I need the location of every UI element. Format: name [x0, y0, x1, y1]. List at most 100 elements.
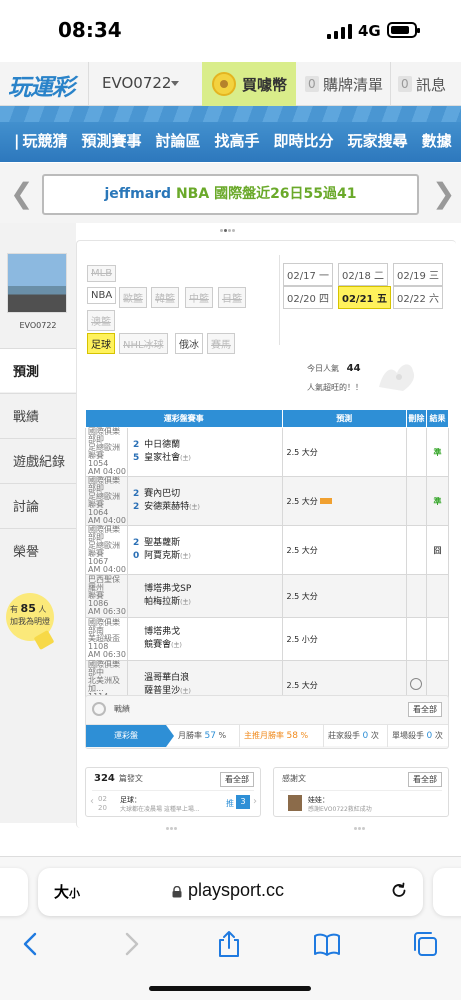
posts-box: 324 篇發文 看全部 ‹ 02 20 足球： 大球都在凌晨場 這種早上場... 推…: [85, 767, 261, 830]
sport-soccer[interactable]: 足球: [87, 333, 115, 354]
delete-cell: [405, 427, 427, 477]
col-header-event: 運彩盤賽事: [85, 409, 283, 428]
sidebar-item-record[interactable]: 戰績: [0, 393, 76, 437]
score-away: 2: [132, 440, 140, 450]
record-panel: 戰績 看全部 運彩盤 月勝率 57 % 主推月勝率 58 % 莊家殺手 0 次 …: [85, 695, 449, 749]
team-home: 競賽會: [144, 640, 172, 650]
sport-japan-basketball: 日籃: [218, 287, 246, 308]
menu-item-guess[interactable]: 玩競猜: [14, 130, 67, 151]
profile-id: EVO0722: [19, 321, 57, 330]
hot-badge-icon: [319, 497, 332, 504]
menu-item-data[interactable]: 數據: [422, 130, 452, 151]
post-next-icon[interactable]: ›: [253, 796, 257, 807]
date-0221[interactable]: 02/21 五: [338, 286, 391, 309]
thanks-box: 感謝文 看全部 娃娃： 感謝EVO0722救紅成功: [273, 767, 449, 830]
record-icon: [92, 702, 106, 716]
sidebar-item-predict[interactable]: 預測: [0, 348, 78, 392]
match-teams[interactable]: 2 聖基蘿斯 0 阿賈克斯 (主): [127, 525, 283, 575]
table-row: 國際俱樂部南 美超級盃 1108 AM 06:30 博塔弗戈 競賽會 (主) 2.5 小分: [84, 617, 450, 661]
match-teams[interactable]: 2 賽內巴切 2 安德萊赫特 (主): [127, 476, 283, 526]
messages-link[interactable]: 訊息: [416, 74, 446, 95]
chevron-down-icon[interactable]: [171, 81, 179, 86]
post-snippet[interactable]: 大球都在凌晨場 這種早上場...: [120, 804, 200, 813]
date-0218[interactable]: 02/18 二: [338, 263, 388, 286]
dealer-killer: 莊家殺手 0 次: [324, 725, 388, 747]
league-info: 巴西聖保羅州 聯賽 1086 AM 06:30: [84, 574, 129, 618]
address-bar[interactable]: 大小 playsport.cc: [38, 868, 423, 916]
menu-item-live-score[interactable]: 即時比分: [274, 130, 334, 151]
delete-radio[interactable]: [410, 678, 423, 690]
sport-russia-hockey[interactable]: 俄冰: [175, 333, 203, 354]
result-badge: [425, 617, 450, 661]
hot-mascot-icon: [379, 364, 415, 391]
date-0217[interactable]: 02/17 一: [283, 263, 333, 286]
result-badge: 準: [425, 476, 450, 526]
profile-sidebar: EVO0722 預測 戰績 遊戲紀錄 討論 榮譽 有 85 人 加我為明燈: [0, 223, 78, 823]
main-menu: 玩競猜預測賽事討論區找高手即時比分玩家搜尋數據: [0, 106, 461, 162]
post-prev-icon[interactable]: ‹: [90, 796, 94, 807]
match-teams[interactable]: 博塔弗戈SP 帕梅拉斯 (主): [127, 574, 283, 618]
browser-toolbar: 大小 playsport.cc: [0, 856, 461, 1000]
reload-icon[interactable]: [389, 881, 409, 901]
prediction-pick: 2.5 大分: [281, 525, 407, 575]
score-home: 2: [132, 502, 140, 512]
bookmarks-icon[interactable]: [312, 929, 342, 959]
carousel-next-icon[interactable]: ❯: [432, 177, 455, 210]
sport-euro-basketball: 歐籃: [119, 287, 147, 308]
text-size-button[interactable]: 大小: [54, 881, 80, 902]
url-host: playsport.cc: [188, 880, 285, 900]
prediction-table: 運彩盤賽事 預測 刪除 結果 國際俱樂部即 足總歐洲聯賽 1054 AM 04:00 2…: [84, 409, 450, 710]
league-info: 國際俱樂部南 美超級盃 1108 AM 06:30: [84, 617, 129, 661]
team-away: 博塔弗戈: [144, 627, 181, 637]
user-menu[interactable]: EVO0722: [102, 74, 171, 92]
record-tab-lottery[interactable]: 運彩盤: [86, 725, 174, 747]
forward-icon[interactable]: [116, 929, 146, 959]
cellular-signal-icon: [327, 24, 352, 39]
score-away: 2: [132, 489, 140, 499]
main-win-rate: 主推月勝率 58 %: [240, 725, 324, 747]
table-row: 國際俱樂部即 足總歐洲聯賽 1067 AM 04:00 2 聖基蘿斯 0 阿賈克斯 (主) 2.5…: [84, 525, 450, 575]
sidebar-item-discuss[interactable]: 討論: [0, 483, 76, 527]
menu-item-predict[interactable]: 預測賽事: [82, 130, 142, 151]
record-view-all-button[interactable]: 看全部: [408, 702, 442, 717]
tabs-icon[interactable]: [410, 929, 440, 959]
sport-mlb: MLB: [87, 265, 117, 282]
result-badge: 準: [425, 427, 450, 477]
menu-item-experts[interactable]: 找高手: [215, 130, 260, 151]
push-label: 推: [226, 799, 234, 808]
cart-link[interactable]: 購牌清單: [323, 74, 383, 95]
carousel-prev-icon[interactable]: ❮: [10, 177, 33, 210]
thanks-snippet[interactable]: 感謝EVO0722救紅成功: [308, 804, 372, 813]
next-tab-preview[interactable]: [433, 868, 461, 916]
date-0220[interactable]: 02/20 四: [283, 286, 333, 309]
announcement-text: NBA 國際盤近26日55過41: [175, 186, 357, 202]
sidebar-item-game-log[interactable]: 遊戲紀錄: [0, 438, 76, 482]
team-home: 帕梅拉斯: [144, 597, 181, 607]
follow-lamp[interactable]: 有 85 人 加我為明燈: [6, 593, 56, 653]
posts-view-all-button[interactable]: 看全部: [220, 772, 254, 787]
back-icon[interactable]: [16, 929, 46, 959]
buy-coin-button[interactable]: 買噱幣: [202, 62, 296, 106]
prev-tab-preview[interactable]: [0, 868, 28, 916]
avatar[interactable]: [7, 253, 67, 313]
match-teams[interactable]: 2 中日德蘭 5 皇家社會 (主): [127, 427, 283, 477]
push-count: 3: [236, 795, 250, 809]
sidebar-item-honor[interactable]: 榮譽: [0, 528, 76, 572]
date-0222[interactable]: 02/22 六: [393, 286, 443, 309]
site-logo[interactable]: 玩運彩: [8, 68, 76, 101]
delete-cell: [405, 476, 427, 526]
single-killer: 單場殺手 0 次: [392, 731, 443, 741]
menu-item-forum[interactable]: 討論區: [156, 130, 201, 151]
match-teams[interactable]: 博塔弗戈 競賽會 (主): [127, 617, 283, 661]
popularity-note: 人氣超旺的！！: [307, 383, 363, 392]
date-0219[interactable]: 02/19 三: [393, 263, 443, 286]
sport-nba[interactable]: NBA: [87, 287, 117, 304]
home-indicator: [149, 986, 311, 991]
delete-cell: [405, 574, 427, 618]
announcement-banner[interactable]: jeffmard NBA 國際盤近26日55過41: [42, 174, 419, 215]
menu-item-player-search[interactable]: 玩家搜尋: [348, 130, 408, 151]
score-home: 0: [132, 551, 140, 561]
share-icon[interactable]: [214, 929, 244, 959]
coin-icon: [212, 72, 236, 96]
thanks-view-all-button[interactable]: 看全部: [408, 772, 442, 787]
